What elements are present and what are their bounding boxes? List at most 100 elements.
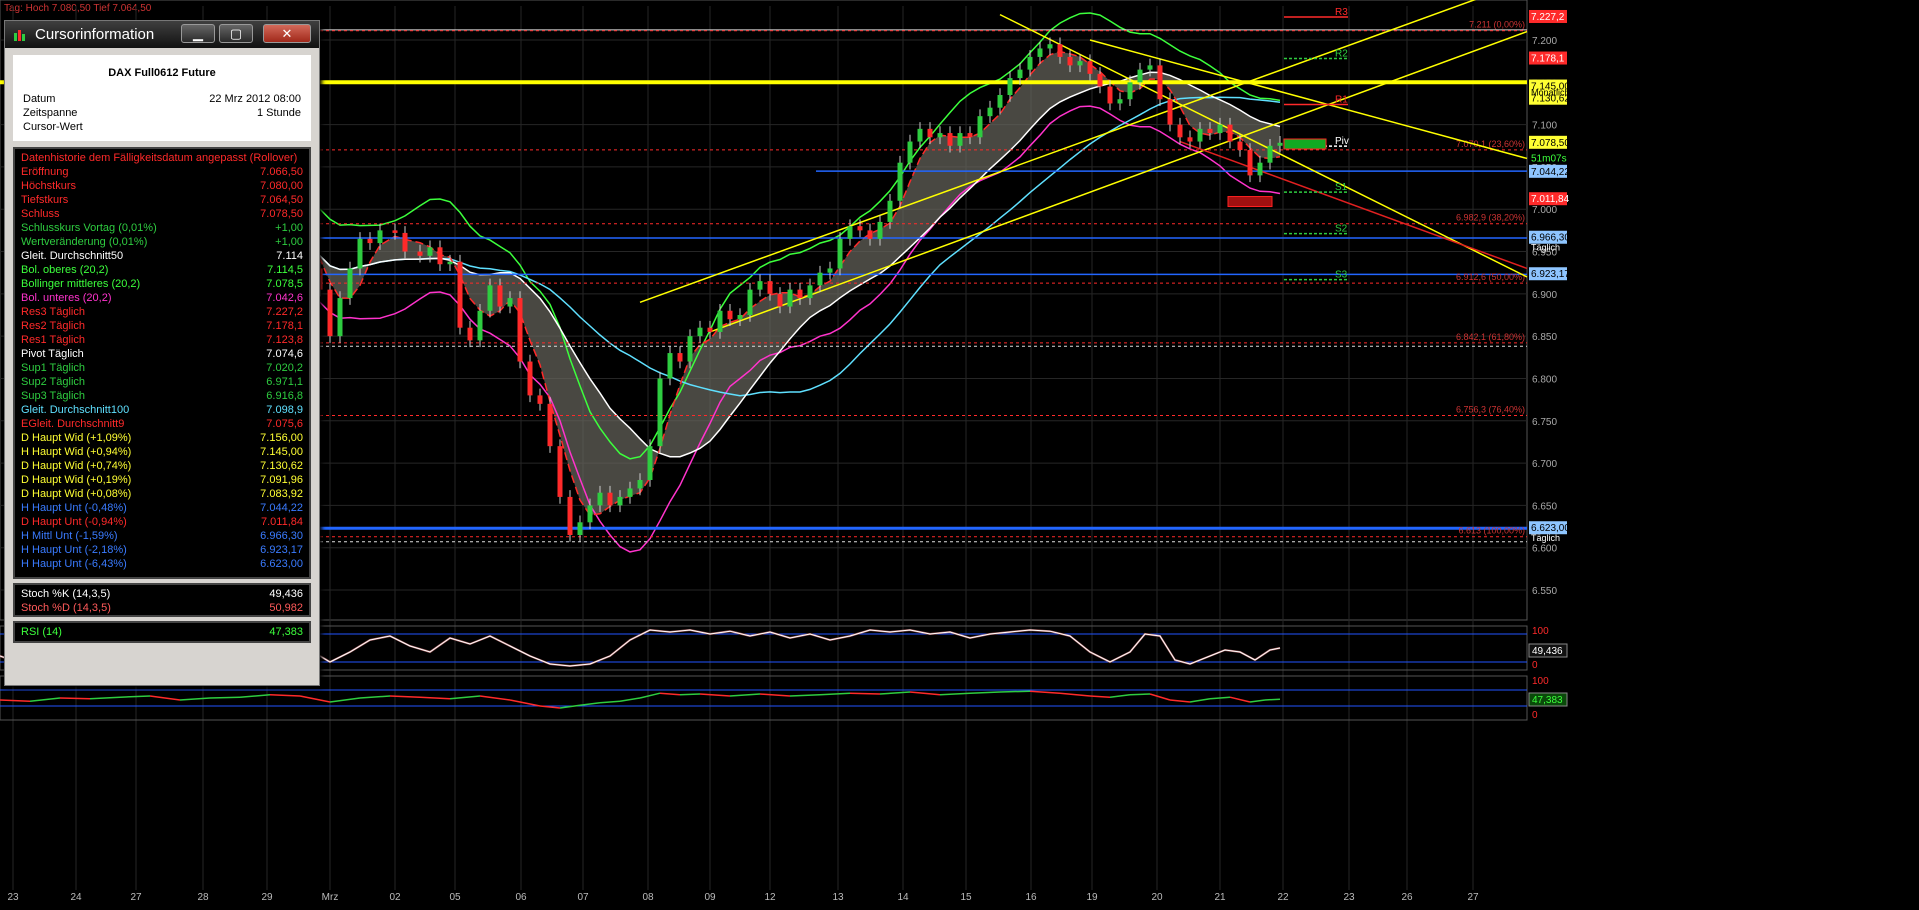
close-icon[interactable]: ✕ (263, 24, 311, 43)
rsi-line-segment (1129, 693, 1151, 696)
pivot-level-label: S1 (1335, 182, 1348, 193)
y-tick-label: 6.550 (1532, 586, 1557, 597)
rsi-tick-0: 0 (1532, 710, 1538, 721)
candle-body (1017, 69, 1023, 79)
x-tick-label: 15 (960, 892, 972, 903)
indicator-value: 7.083,92 (260, 488, 303, 500)
x-tick-label: 08 (642, 892, 654, 903)
window-title-bar[interactable]: Cursorinformation ▁ ▢ ✕ (5, 21, 319, 48)
info-value: 1 Stunde (256, 107, 301, 119)
cursor-information-window[interactable]: Cursorinformation ▁ ▢ ✕ DAX Full0612 Fut… (4, 20, 320, 686)
info-row-date: Datum 22 Mrz 2012 08:00 (23, 93, 301, 107)
candle-body (1147, 65, 1153, 70)
indicator-value: 6.971,1 (266, 376, 303, 388)
indicator-row: Res2 Täglich 7.178,1 (15, 319, 309, 333)
candlestick (567, 490, 573, 542)
candle-body (1137, 69, 1143, 83)
candle-body (1087, 61, 1093, 74)
candlestick (527, 354, 533, 403)
indicator-row: EGleit. Durchschnitt9 7.075,6 (15, 417, 309, 431)
x-tick-label: Mrz (322, 892, 339, 903)
pivot-level-label: Piv (1335, 136, 1349, 147)
instrument-name: DAX Full0612 Future (108, 67, 216, 79)
candle-body (897, 162, 903, 201)
y-tick-label: 6.850 (1532, 332, 1557, 343)
price-tag-label: 6.923,17 (1531, 269, 1570, 280)
x-tick-label: 26 (1401, 892, 1413, 903)
indicator-row: Eröffnung 7.066,50 (15, 165, 309, 179)
indicator-label: H Haupt Unt (-0,48%) (21, 502, 127, 514)
pivot-level-label: S2 (1335, 224, 1348, 235)
indicator-value: 7.227,2 (266, 306, 303, 318)
indicator-label: D Haupt Wid (+0,08%) (21, 488, 132, 500)
pivot-level-label: S3 (1335, 270, 1348, 281)
candle-body (797, 289, 803, 299)
candlestick (517, 291, 523, 369)
candle-body (727, 310, 733, 320)
candle-body (917, 128, 923, 142)
candle-body (667, 353, 673, 379)
indicator-row: Res1 Täglich 7.123,8 (15, 333, 309, 347)
candle-body (1277, 142, 1283, 146)
minimize-icon[interactable]: ▁ (181, 24, 215, 43)
maximize-icon[interactable]: ▢ (219, 24, 253, 43)
indicator-value: 7.064,50 (260, 194, 303, 206)
indicator-label: Höchstkurs (21, 180, 77, 192)
stochastic-tick-0: 0 (1532, 660, 1538, 671)
candle-body (887, 200, 893, 222)
candle-body (1117, 99, 1123, 104)
current-zone-box-red (1227, 196, 1273, 208)
indicator-label: D Haupt Wid (+0,19%) (21, 474, 132, 486)
x-tick-label: 23 (1343, 892, 1355, 903)
indicator-label: Sup2 Täglich (21, 376, 86, 388)
fibonacci-level-label: 6.912,6 (50,00%) (1456, 272, 1525, 282)
x-tick-label: 22 (1277, 892, 1289, 903)
candle-body (417, 251, 423, 256)
candle-body (377, 230, 383, 244)
y-tick-label: 6.600 (1532, 544, 1557, 555)
indicator-value: +1,00 (275, 222, 303, 234)
rsi-tick-100: 100 (1532, 676, 1549, 687)
candle-body (957, 133, 963, 146)
y-tick-label: 7.000 (1532, 205, 1557, 216)
candle-body (487, 285, 493, 311)
candle-body (507, 298, 513, 307)
candle-body (617, 496, 623, 506)
candle-body (927, 128, 933, 138)
candle-body (907, 141, 913, 163)
x-tick-label: 23 (7, 892, 19, 903)
indicator-label: Schlusskurs Vortag (0,01%) (21, 222, 157, 234)
info-value: 22 Mrz 2012 08:00 (209, 93, 301, 105)
indicator-label: Sup1 Täglich (21, 362, 86, 374)
fibonacci-level-label: 6.842,1 (61,80%) (1456, 332, 1525, 342)
indicator-label: Res2 Täglich (21, 320, 85, 332)
candle-body (1177, 124, 1183, 138)
candle-body (447, 261, 453, 265)
candle-body (477, 310, 483, 341)
candle-body (1037, 48, 1043, 57)
fibonacci-level-label: 6.613 (100,00%) (1458, 526, 1525, 536)
indicator-value: 7.080,00 (260, 180, 303, 192)
candlestick (337, 291, 343, 343)
candle-body (837, 238, 843, 269)
x-tick-label: 12 (764, 892, 776, 903)
indicator-row: H Haupt Unt (-0,48%) 7.044,22 (15, 501, 309, 515)
indicator-row: Stoch %K (14,3,5) 49,436 (15, 587, 309, 601)
stochastic-last-value: 49,436 (1532, 646, 1563, 657)
indicator-row: Wertveränderung (0,01%) +1,00 (15, 235, 309, 249)
x-tick-label: 02 (389, 892, 401, 903)
x-tick-label: 14 (897, 892, 909, 903)
x-tick-label: 20 (1151, 892, 1163, 903)
candle-body (627, 488, 633, 497)
indicator-row: Gleit. Durchschnitt100 7.098,9 (15, 403, 309, 417)
candle-body (1007, 78, 1013, 95)
indicator-label: Bol. oberes (20,2) (21, 264, 109, 276)
x-tick-label: 16 (1025, 892, 1037, 903)
indicator-values-box: Datenhistorie dem Fälligkeitsdatum angep… (13, 147, 311, 579)
candlestick (327, 282, 333, 343)
candle-body (1197, 128, 1203, 142)
candlestick (547, 397, 553, 453)
x-tick-label: 21 (1214, 892, 1226, 903)
candle-body (437, 247, 443, 265)
indicator-row: D Haupt Wid (+0,74%) 7.130,62 (15, 459, 309, 473)
